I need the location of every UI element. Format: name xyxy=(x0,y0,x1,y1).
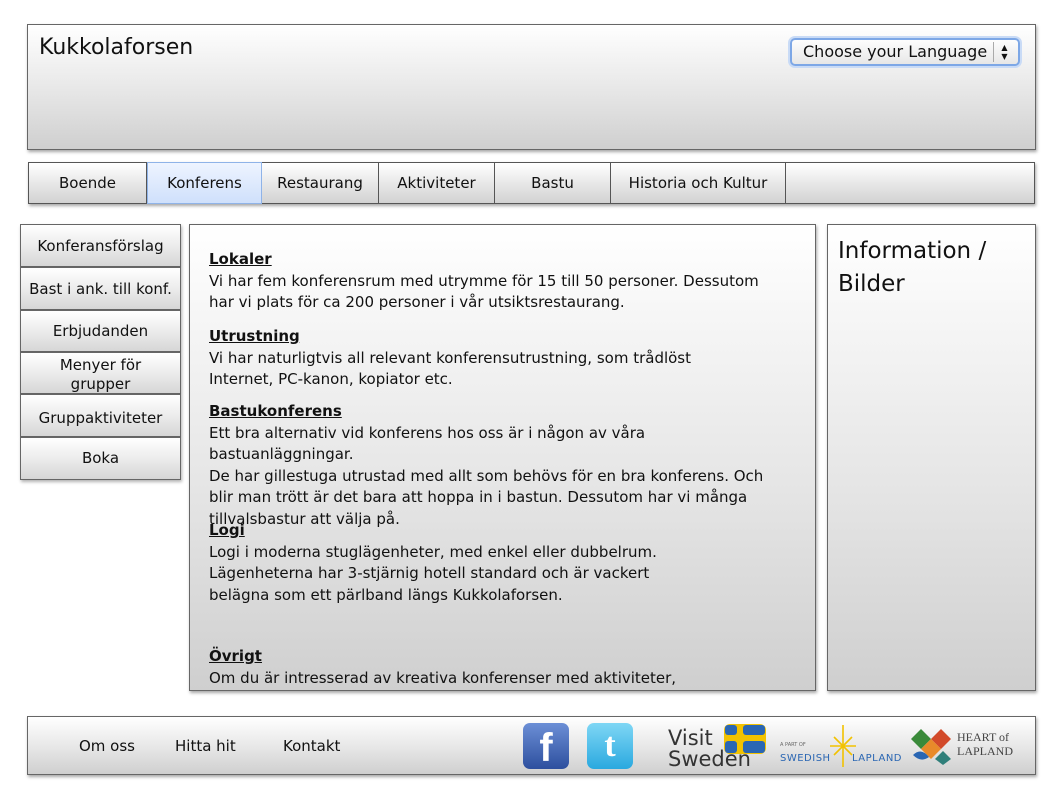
content-panel: Lokaler Vi har fem konferensrum med utry… xyxy=(189,224,816,691)
footer-bar: Om oss Hitta hit Kontakt f t Visit Swede… xyxy=(27,716,1036,775)
header-bar: Kukkolaforsen Choose your Language ▲ ▼ xyxy=(27,24,1036,150)
section-heading: Övrigt xyxy=(209,647,262,665)
sidebar-item-menyer[interactable]: Menyer för grupper xyxy=(20,352,181,394)
tab-label: Boende xyxy=(59,174,116,192)
info-title: Information / Bilder xyxy=(838,238,987,297)
visit-sweden-logo[interactable]: Visit Sweden xyxy=(666,722,771,774)
sweden-flag-icon xyxy=(724,724,766,754)
logo-text: A PART OF xyxy=(780,742,806,748)
section-text: Logi i moderna stuglägenheter, med enkel… xyxy=(209,542,657,604)
footer-link-hitta-hit[interactable]: Hitta hit xyxy=(175,737,236,755)
facebook-icon[interactable]: f xyxy=(523,723,569,770)
tab-historia-och-kultur[interactable]: Historia och Kultur xyxy=(611,163,786,203)
section-text: Ett bra alternativ vid konferens hos oss… xyxy=(209,423,764,528)
logo-text: LAPLAND xyxy=(957,744,1013,758)
tab-aktiviteter[interactable]: Aktiviteter xyxy=(379,163,495,203)
sidebar-item-label: Konferansförslag xyxy=(37,237,164,255)
tab-label: Historia och Kultur xyxy=(628,174,768,192)
section-utrustning: Utrustning Vi har naturligtvis all relev… xyxy=(209,326,779,391)
heart-of-lapland-logo[interactable]: HEART of LAPLAND xyxy=(909,725,1027,769)
section-text: Vi har naturligtvis all relevant konfere… xyxy=(209,348,692,389)
tab-konferens[interactable]: Konferens xyxy=(147,162,262,204)
sidebar-item-konferansforslag[interactable]: Konferansförslag xyxy=(20,224,181,267)
tab-label: Aktiviteter xyxy=(397,174,476,192)
sidebar-item-label: Boka xyxy=(81,449,120,467)
sidebar-item-boka[interactable]: Boka xyxy=(20,437,181,480)
logo-text: SWEDISH xyxy=(780,753,831,764)
tab-label: Bastu xyxy=(531,174,574,192)
section-heading: Lokaler xyxy=(209,250,272,268)
section-ovrigt: Övrigt Om du är intresserad av kreativa … xyxy=(209,646,779,689)
site-title: Kukkolaforsen xyxy=(39,35,194,60)
tab-bastu[interactable]: Bastu xyxy=(495,163,611,203)
section-lokaler: Lokaler Vi har fem konferensrum med utry… xyxy=(209,249,779,314)
sidebar-item-bast-i-ank[interactable]: Bast i ank. till konf. xyxy=(20,267,181,310)
select-arrows-icon: ▲ ▼ xyxy=(993,42,1015,62)
tab-restaurang[interactable]: Restaurang xyxy=(262,163,379,203)
logo-text: HEART of xyxy=(957,730,1010,744)
section-text: Om du är intresserad av kreativa konfere… xyxy=(209,668,677,687)
footer-link-kontakt[interactable]: Kontakt xyxy=(283,737,340,755)
sidebar-item-label: Gruppaktiviteter xyxy=(38,409,163,427)
tab-empty[interactable] xyxy=(786,163,1034,203)
section-logi: Logi Logi i moderna stuglägenheter, med … xyxy=(209,520,779,606)
language-select[interactable]: Choose your Language ▲ ▼ xyxy=(790,38,1020,66)
sidebar-item-gruppaktiviteter[interactable]: Gruppaktiviteter xyxy=(20,394,181,437)
section-text: Vi har fem konferensrum med utrymme för … xyxy=(209,271,759,312)
main-nav: Boende Konferens Restaurang Aktiviteter … xyxy=(28,162,1035,204)
logo-text: LAPLAND xyxy=(852,753,902,764)
heart-of-lapland-icon xyxy=(911,729,951,765)
section-heading: Bastukonferens xyxy=(209,402,342,420)
sidebar-item-label: Menyer för grupper xyxy=(59,356,142,393)
tab-label: Restaurang xyxy=(277,174,363,192)
info-panel: Information / Bilder xyxy=(827,224,1036,691)
tab-boende[interactable]: Boende xyxy=(29,163,147,203)
twitter-icon[interactable]: t xyxy=(587,723,633,769)
section-bastukonferens: Bastukonferens Ett bra alternativ vid ko… xyxy=(209,401,779,530)
sidebar-item-label: Bast i ank. till konf. xyxy=(29,280,172,298)
swedish-lapland-logo[interactable]: A PART OF SWEDISH LAPLAND xyxy=(780,723,902,769)
section-heading: Utrustning xyxy=(209,327,300,345)
sidebar-item-label: Erbjudanden xyxy=(52,322,149,340)
language-select-value: Choose your Language xyxy=(803,42,988,61)
tab-label: Konferens xyxy=(167,174,242,192)
sidebar-item-erbjudanden[interactable]: Erbjudanden xyxy=(20,310,181,352)
section-heading: Logi xyxy=(209,521,245,539)
footer-link-om-oss[interactable]: Om oss xyxy=(79,737,135,755)
